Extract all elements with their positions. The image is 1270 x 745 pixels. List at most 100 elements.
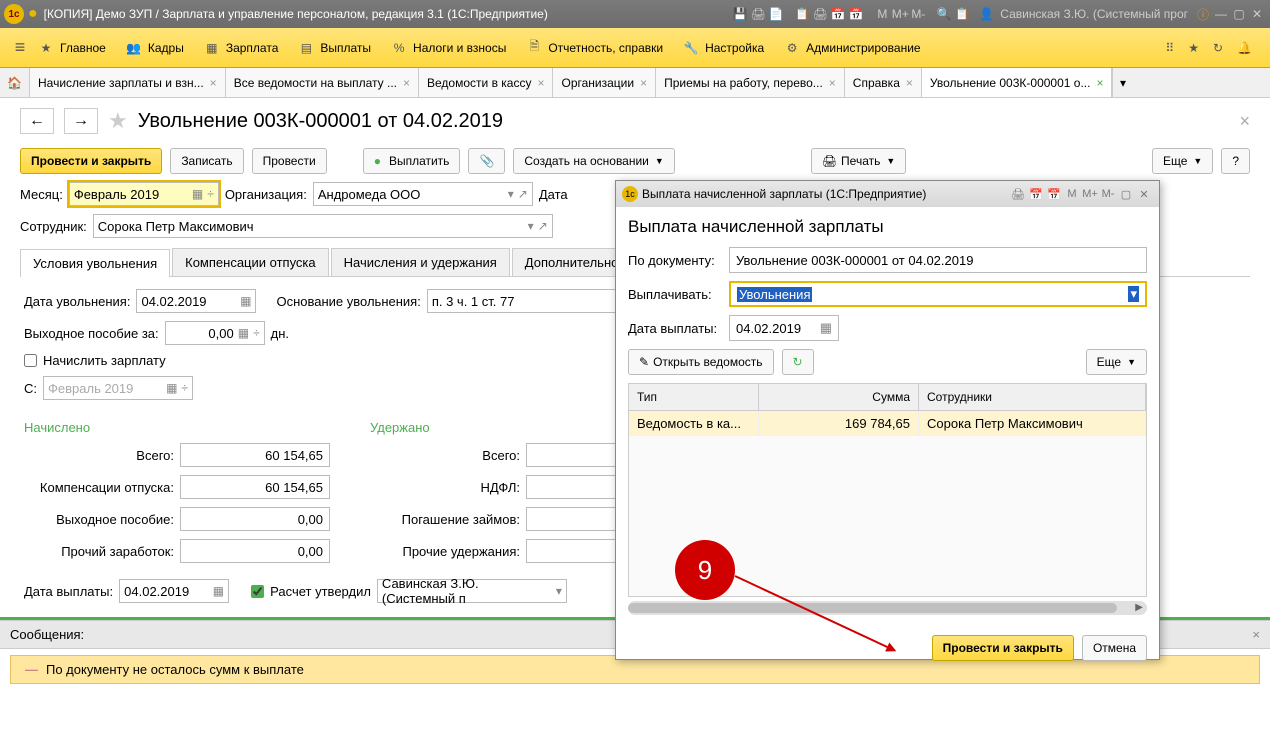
- m-button[interactable]: M: [1063, 185, 1081, 203]
- minimize-button[interactable]: —: [1212, 5, 1230, 23]
- calendar2-icon[interactable]: 📅: [1045, 185, 1063, 203]
- close-messages[interactable]: ×: [1252, 627, 1260, 642]
- bell-icon[interactable]: 🔔: [1237, 41, 1252, 55]
- close-icon[interactable]: ×: [1096, 76, 1103, 90]
- menu-payments[interactable]: ▤Выплаты: [288, 32, 381, 64]
- subtab-conditions[interactable]: Условия увольнения: [20, 249, 170, 277]
- tab-item[interactable]: Все ведомости на выплату ...×: [226, 68, 419, 97]
- modal-more-button[interactable]: Еще ▼: [1086, 349, 1147, 375]
- menu-admin[interactable]: ⚙Администрирование: [774, 32, 930, 64]
- spinner-icon[interactable]: ÷: [207, 187, 214, 201]
- doc-field[interactable]: Увольнение 003К-000001 от 04.02.2019: [729, 247, 1147, 273]
- calendar-icon[interactable]: 📅: [829, 5, 847, 23]
- calendar-icon[interactable]: ▦: [240, 294, 251, 308]
- close-icon[interactable]: ×: [403, 76, 410, 90]
- nav-forward-button[interactable]: →: [64, 108, 98, 134]
- calendar2-icon[interactable]: 📅: [847, 5, 865, 23]
- print-icon[interactable]: 🖨: [749, 5, 767, 23]
- tab-item[interactable]: Ведомости в кассу×: [419, 68, 553, 97]
- menu-reports[interactable]: 🗎Отчетность, справки: [516, 32, 673, 64]
- close-icon[interactable]: ×: [906, 76, 913, 90]
- open-statement-button[interactable]: ✎ Открыть ведомость: [628, 349, 774, 375]
- history-icon[interactable]: ↻: [1213, 41, 1223, 55]
- home-tab[interactable]: 🏠: [0, 68, 30, 97]
- printer2-icon[interactable]: 🖨: [811, 5, 829, 23]
- col-sum[interactable]: Сумма: [759, 384, 919, 410]
- table-row[interactable]: Ведомость в ка... 169 784,65 Сорока Петр…: [629, 411, 1146, 436]
- approved-checkbox[interactable]: [251, 585, 264, 598]
- help-button[interactable]: ?: [1221, 148, 1250, 174]
- m-button[interactable]: M: [873, 5, 891, 23]
- copy-icon[interactable]: 📋: [793, 5, 811, 23]
- horizontal-scrollbar[interactable]: ▶: [628, 601, 1147, 615]
- modal-cancel-button[interactable]: Отмена: [1082, 635, 1147, 661]
- menu-settings[interactable]: 🔧Настройка: [673, 32, 774, 64]
- subtab-calculations[interactable]: Начисления и удержания: [331, 248, 510, 276]
- dropdown-icon[interactable]: ▾: [1128, 286, 1139, 302]
- employee-field[interactable]: Сорока Петр Максимович ▾ ↗: [93, 214, 553, 238]
- term-date-field[interactable]: 04.02.2019 ▦: [136, 289, 256, 313]
- menu-main[interactable]: ★Главное: [28, 32, 116, 64]
- create-based-button[interactable]: Создать на основании▼: [513, 148, 674, 174]
- close-icon[interactable]: ×: [640, 76, 647, 90]
- dropdown-icon[interactable]: ▾: [556, 584, 562, 598]
- tabs-more[interactable]: ▾: [1112, 68, 1132, 97]
- favorite-toggle[interactable]: ★: [108, 108, 128, 134]
- m-minus-button[interactable]: M-: [909, 5, 927, 23]
- org-field[interactable]: Андромеда ООО ▾ ↗: [313, 182, 533, 206]
- calendar-icon[interactable]: ▦: [820, 320, 832, 336]
- m-minus-button[interactable]: M-: [1099, 185, 1117, 203]
- calc-icon[interactable]: ▦: [238, 326, 249, 340]
- save-icon[interactable]: 💾: [731, 5, 749, 23]
- calc-salary-checkbox[interactable]: [24, 354, 37, 367]
- doc-icon[interactable]: 📄: [767, 5, 785, 23]
- print-button[interactable]: 🖨 Печать▼: [811, 148, 906, 174]
- close-icon[interactable]: ×: [829, 76, 836, 90]
- attachment-button[interactable]: 📎: [468, 148, 505, 174]
- menu-icon[interactable]: ≡: [12, 40, 28, 56]
- refresh-button[interactable]: ↻: [782, 349, 814, 375]
- col-type[interactable]: Тип: [629, 384, 759, 410]
- severance-field[interactable]: 0,00 ▦ ÷: [165, 321, 265, 345]
- month-field[interactable]: Февраль 2019 ▦ ÷: [69, 182, 219, 206]
- menu-salary[interactable]: ▦Зарплата: [194, 32, 289, 64]
- dropdown-icon[interactable]: ▾: [528, 219, 534, 233]
- col-employees[interactable]: Сотрудники: [919, 384, 1146, 410]
- menu-taxes[interactable]: %Налоги и взносы: [381, 32, 516, 64]
- close-icon[interactable]: ×: [210, 76, 217, 90]
- dropdown-icon[interactable]: ▾: [508, 187, 514, 201]
- post-button[interactable]: Провести: [252, 148, 327, 174]
- modal-date-field[interactable]: 04.02.2019 ▦: [729, 315, 839, 341]
- modal-close[interactable]: ✕: [1135, 185, 1153, 203]
- maximize-button[interactable]: ▢: [1230, 5, 1248, 23]
- menu-personnel[interactable]: 👥Кадры: [116, 32, 194, 64]
- more-button[interactable]: Еще▼: [1152, 148, 1213, 174]
- save-button[interactable]: Записать: [170, 148, 243, 174]
- tab-item[interactable]: Справка×: [845, 68, 922, 97]
- m-plus-button[interactable]: M+: [891, 5, 909, 23]
- favorite-icon[interactable]: ●: [28, 5, 38, 23]
- payout-date-field[interactable]: 04.02.2019 ▦: [119, 579, 229, 603]
- subtab-vacation[interactable]: Компенсации отпуска: [172, 248, 329, 276]
- post-and-close-button[interactable]: Провести и закрыть: [20, 148, 162, 174]
- pay-select[interactable]: Увольнения ▾: [729, 281, 1147, 307]
- info-icon[interactable]: ⓘ: [1194, 5, 1212, 23]
- m-plus-button[interactable]: M+: [1081, 185, 1099, 203]
- subtab-additional[interactable]: Дополнительно: [512, 248, 632, 276]
- tab-item[interactable]: Приемы на работу, перево...×: [656, 68, 845, 97]
- open-icon[interactable]: ↗: [538, 219, 548, 233]
- calendar-icon[interactable]: 📅: [1027, 185, 1045, 203]
- approver-field[interactable]: Савинская З.Ю. (Системный п ▾: [377, 579, 567, 603]
- calendar-icon[interactable]: ▦: [213, 584, 224, 598]
- clipboard-icon[interactable]: 📋: [953, 5, 971, 23]
- nav-back-button[interactable]: ←: [20, 108, 54, 134]
- close-icon[interactable]: ×: [537, 76, 544, 90]
- close-document[interactable]: ×: [1239, 111, 1250, 132]
- calendar-icon[interactable]: ▦: [192, 187, 203, 201]
- tab-item-active[interactable]: Увольнение 003К-000001 о...×: [922, 68, 1113, 97]
- zoom-in-icon[interactable]: 🔍: [935, 5, 953, 23]
- spinner-icon[interactable]: ÷: [253, 326, 260, 340]
- tab-item[interactable]: Начисление зарплаты и взн...×: [30, 68, 226, 97]
- modal-maximize[interactable]: ▢: [1117, 185, 1135, 203]
- print-icon[interactable]: 🖨: [1009, 185, 1027, 203]
